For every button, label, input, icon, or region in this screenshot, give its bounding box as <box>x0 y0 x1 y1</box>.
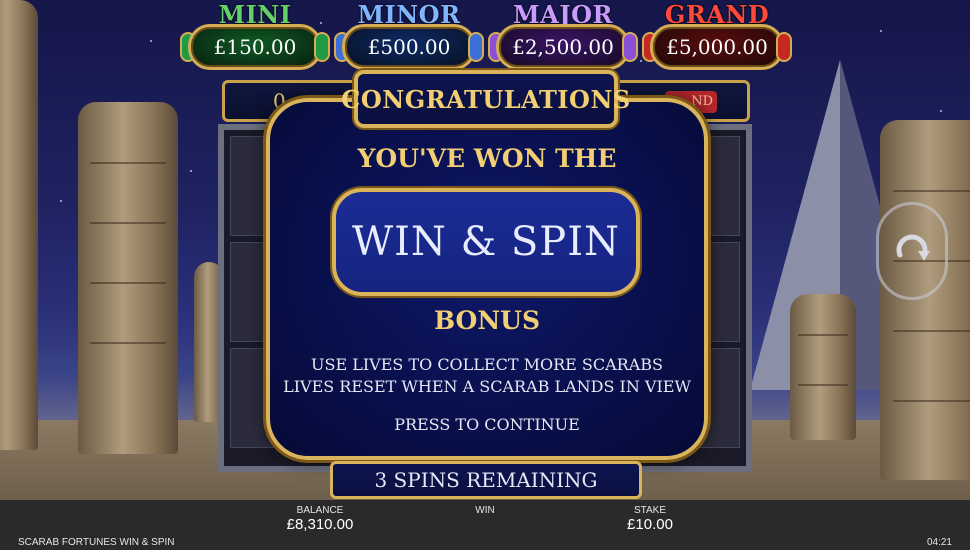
description-line-2: LIVES RESET WHEN A SCARAB LANDS IN VIEW <box>283 377 691 396</box>
spins-remaining-bar: 3 SPINS REMAINING <box>330 461 642 499</box>
description-line-1: USE LIVES TO COLLECT MORE SCARABS <box>311 355 663 374</box>
pillar-right <box>880 120 970 480</box>
jackpot-minor-value: £500.00 <box>367 35 451 59</box>
feature-title-box: WIN & SPIN <box>332 188 640 296</box>
jackpot-minor-plate: £500.00 <box>342 24 476 70</box>
balance-label: BALANCE <box>296 505 344 516</box>
stake-value[interactable]: £10.00 <box>600 516 700 533</box>
balance-value: £8,310.00 <box>286 516 354 533</box>
pillar-left <box>78 102 178 454</box>
jackpot-grand-plate: £5,000.00 <box>650 24 784 70</box>
feature-title: WIN & SPIN <box>351 219 621 265</box>
won-line: YOU'VE WON THE <box>357 144 617 173</box>
win-label: WIN <box>475 505 495 516</box>
spins-remaining-text: 3 SPINS REMAINING <box>374 468 598 492</box>
game-name: SCARAB FORTUNES WIN & SPIN <box>18 537 175 548</box>
clock: 04:21 <box>926 537 952 548</box>
pillar-left-edge <box>0 0 38 450</box>
dialog-header-text: CONGRATULATIONS <box>341 84 631 114</box>
dialog-header: CONGRATULATIONS <box>341 70 630 128</box>
pillar-small-right <box>790 294 856 440</box>
jackpot-major-plate: £2,500.00 <box>496 24 630 70</box>
star <box>940 110 942 112</box>
jackpot-grand-value: £5,000.00 <box>666 35 768 59</box>
jackpot-mini: MINI £150.00 <box>180 0 330 82</box>
jackpot-major-value: £2,500.00 <box>512 35 614 59</box>
stake-label: STAKE <box>633 505 667 516</box>
spin-arrow-icon <box>896 234 930 261</box>
star <box>150 40 152 42</box>
jackpot-mini-value: £150.00 <box>213 35 297 59</box>
star <box>60 200 62 202</box>
star <box>880 30 882 32</box>
gem-icon <box>314 32 330 62</box>
star <box>190 170 192 172</box>
footer-bar: BALANCE £8,310.00 WIN STAKE £10.00 SCARA… <box>0 500 970 550</box>
jackpot-grand: GRAND £5,000.00 <box>642 0 792 82</box>
gem-icon <box>776 32 792 62</box>
gem-icon <box>468 32 484 62</box>
gem-icon <box>622 32 638 62</box>
press-to-continue[interactable]: PRESS TO CONTINUE <box>266 415 708 434</box>
spin-button[interactable] <box>876 202 948 300</box>
jackpot-mini-plate: £150.00 <box>188 24 322 70</box>
bonus-label: BONUS <box>433 306 541 335</box>
feature-description: USE LIVES TO COLLECT MORE SCARABS LIVES … <box>266 354 708 398</box>
